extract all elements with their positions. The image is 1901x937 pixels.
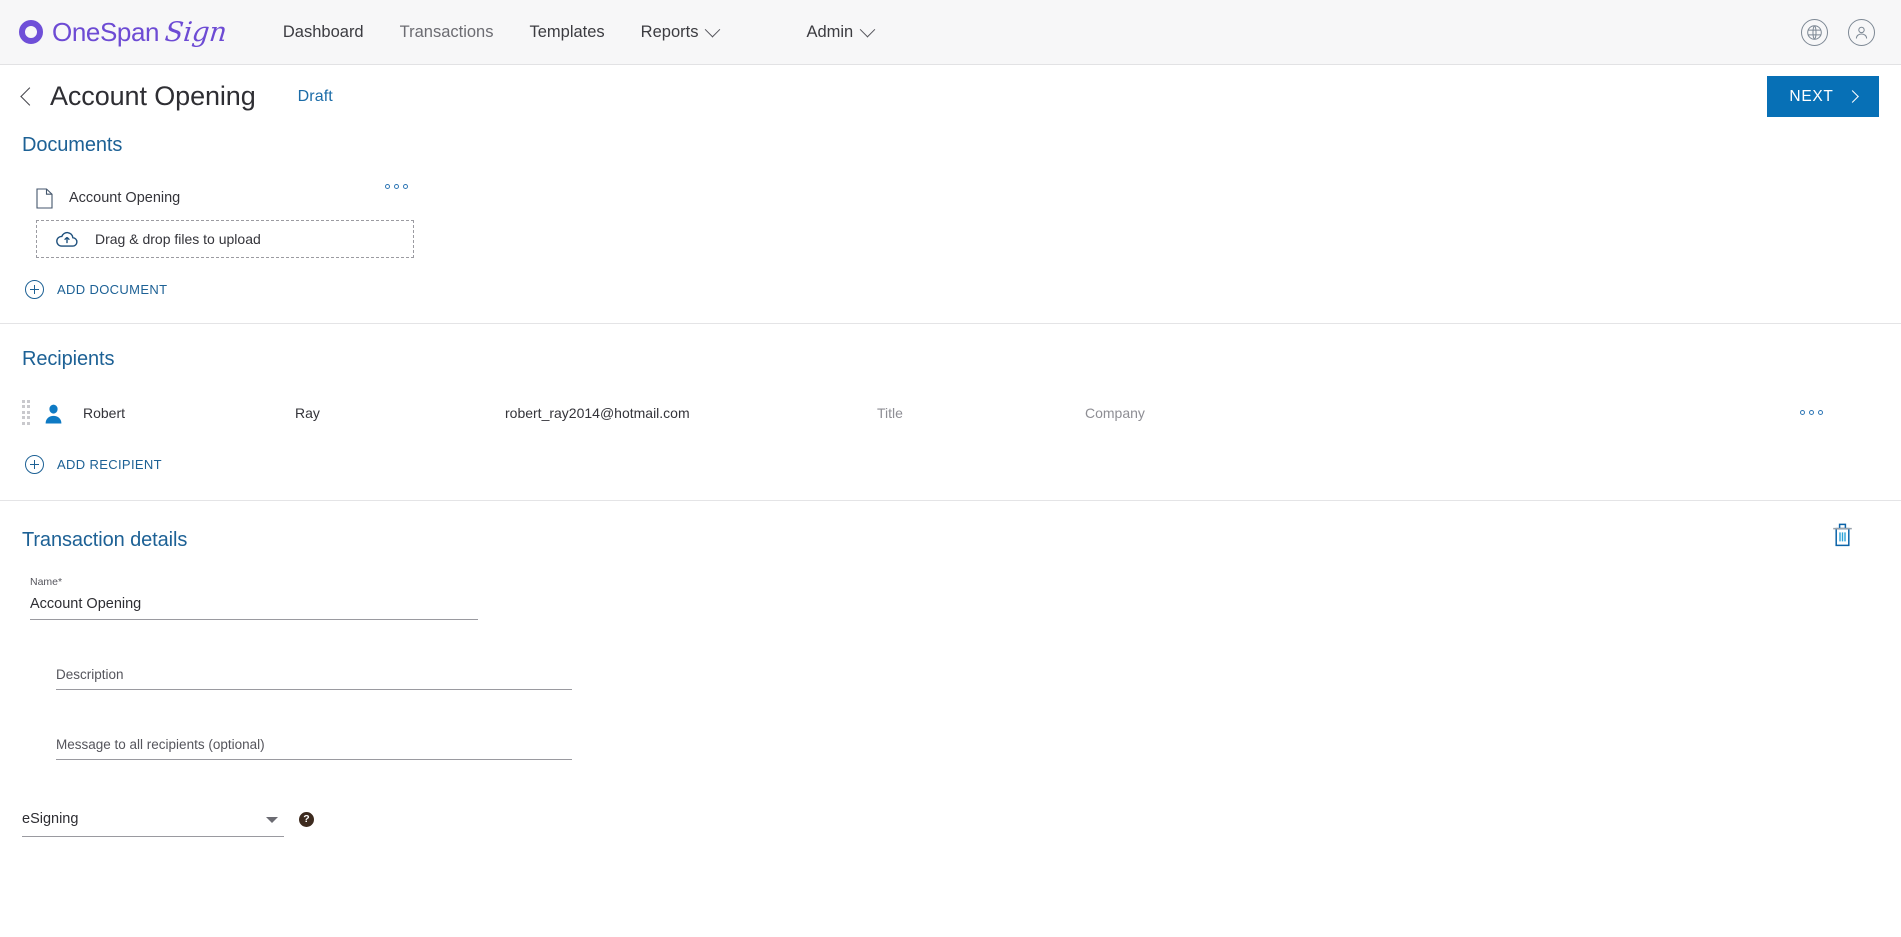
recipient-company: Company [1085, 405, 1145, 421]
nav-item-label: Admin [806, 23, 854, 41]
person-icon [45, 404, 62, 423]
nav-item-dashboard[interactable]: Dashboard [265, 0, 382, 64]
chevron-down-icon [266, 817, 278, 823]
recipient-row[interactable]: Robert Ray robert_ray2014@hotmail.com Ti… [22, 393, 1879, 433]
message-to-recipients-input[interactable] [56, 737, 572, 760]
primary-nav: Dashboard Transactions Templates Reports… [265, 0, 891, 64]
nav-item-label: Transactions [399, 23, 494, 41]
transaction-name-label: Name* [30, 576, 63, 588]
add-recipient-label: ADD RECIPIENT [57, 457, 162, 472]
nav-item-admin[interactable]: Admin [788, 0, 891, 64]
transaction-details-section: Transaction details Name* eSigning ? [0, 501, 1901, 837]
cloud-upload-icon [56, 231, 78, 247]
nav-item-transactions[interactable]: Transactions [382, 0, 512, 64]
transaction-name-field-group: Name* [30, 576, 478, 620]
message-field-group [56, 736, 572, 760]
transaction-name-input[interactable] [30, 596, 478, 620]
page-titlebar: Account Opening Draft NEXT [0, 65, 1901, 128]
next-button[interactable]: NEXT [1767, 76, 1879, 117]
chevron-down-icon [859, 21, 876, 37]
document-more-menu-icon[interactable] [385, 184, 408, 189]
help-icon[interactable]: ? [299, 811, 314, 827]
documents-section: Documents Account Opening Drag & drop fi… [0, 128, 1901, 323]
brand-script-sign: Sign [163, 16, 229, 48]
file-icon [36, 187, 53, 209]
add-document-button[interactable]: ADD DOCUMENT [25, 280, 167, 299]
transaction-details-heading: Transaction details [22, 529, 188, 551]
recipient-title: Title [877, 405, 903, 421]
description-input[interactable] [56, 667, 572, 690]
chevron-right-icon [1845, 90, 1859, 103]
back-chevron-icon[interactable] [20, 87, 39, 106]
recipient-last-name: Ray [295, 405, 320, 421]
page-title: Account Opening [50, 81, 256, 111]
top-navbar: OneSpan Sign Dashboard Transactions Temp… [0, 0, 1901, 65]
next-button-label: NEXT [1789, 87, 1834, 105]
transaction-type-value: eSigning [22, 811, 79, 827]
user-account-icon[interactable] [1848, 18, 1875, 46]
recipients-section: Recipients Robert Ray robert_ray2014@hot… [0, 324, 1901, 500]
nav-item-label: Dashboard [282, 23, 364, 41]
document-name: Account Opening [69, 190, 181, 206]
recipient-first-name: Robert [83, 405, 126, 421]
transaction-type-select[interactable]: eSigning [22, 810, 284, 837]
document-row[interactable]: Account Opening [36, 183, 492, 213]
nav-item-label: Templates [529, 23, 605, 41]
recipient-more-menu-icon[interactable] [1800, 410, 1823, 415]
file-dropzone[interactable]: Drag & drop files to upload [36, 220, 414, 258]
documents-heading: Documents [22, 134, 123, 156]
brand-word: OneSpan [52, 17, 160, 47]
dropzone-label: Drag & drop files to upload [95, 231, 261, 247]
chevron-down-icon [705, 21, 721, 37]
globe-language-icon[interactable] [1801, 18, 1828, 46]
transaction-type-row: eSigning ? [22, 810, 1879, 837]
drag-handle-icon[interactable] [22, 400, 31, 426]
onespan-sign-logo[interactable]: OneSpan Sign [19, 16, 229, 48]
onespan-ring-icon [19, 20, 43, 44]
status-badge: Draft [297, 87, 333, 105]
description-field-group [56, 666, 572, 690]
nav-item-templates[interactable]: Templates [511, 0, 622, 64]
recipient-email: robert_ray2014@hotmail.com [505, 405, 690, 421]
add-document-label: ADD DOCUMENT [57, 282, 168, 297]
nav-item-reports[interactable]: Reports [623, 0, 737, 64]
recipients-heading: Recipients [22, 348, 115, 370]
navbar-right-actions [1801, 0, 1875, 64]
add-recipient-button[interactable]: ADD RECIPIENT [25, 455, 162, 474]
trash-icon [1833, 523, 1852, 547]
nav-item-label: Reports [640, 23, 699, 41]
delete-transaction-button[interactable] [1832, 523, 1853, 552]
plus-circle-icon [25, 280, 44, 299]
plus-circle-icon [25, 455, 44, 474]
